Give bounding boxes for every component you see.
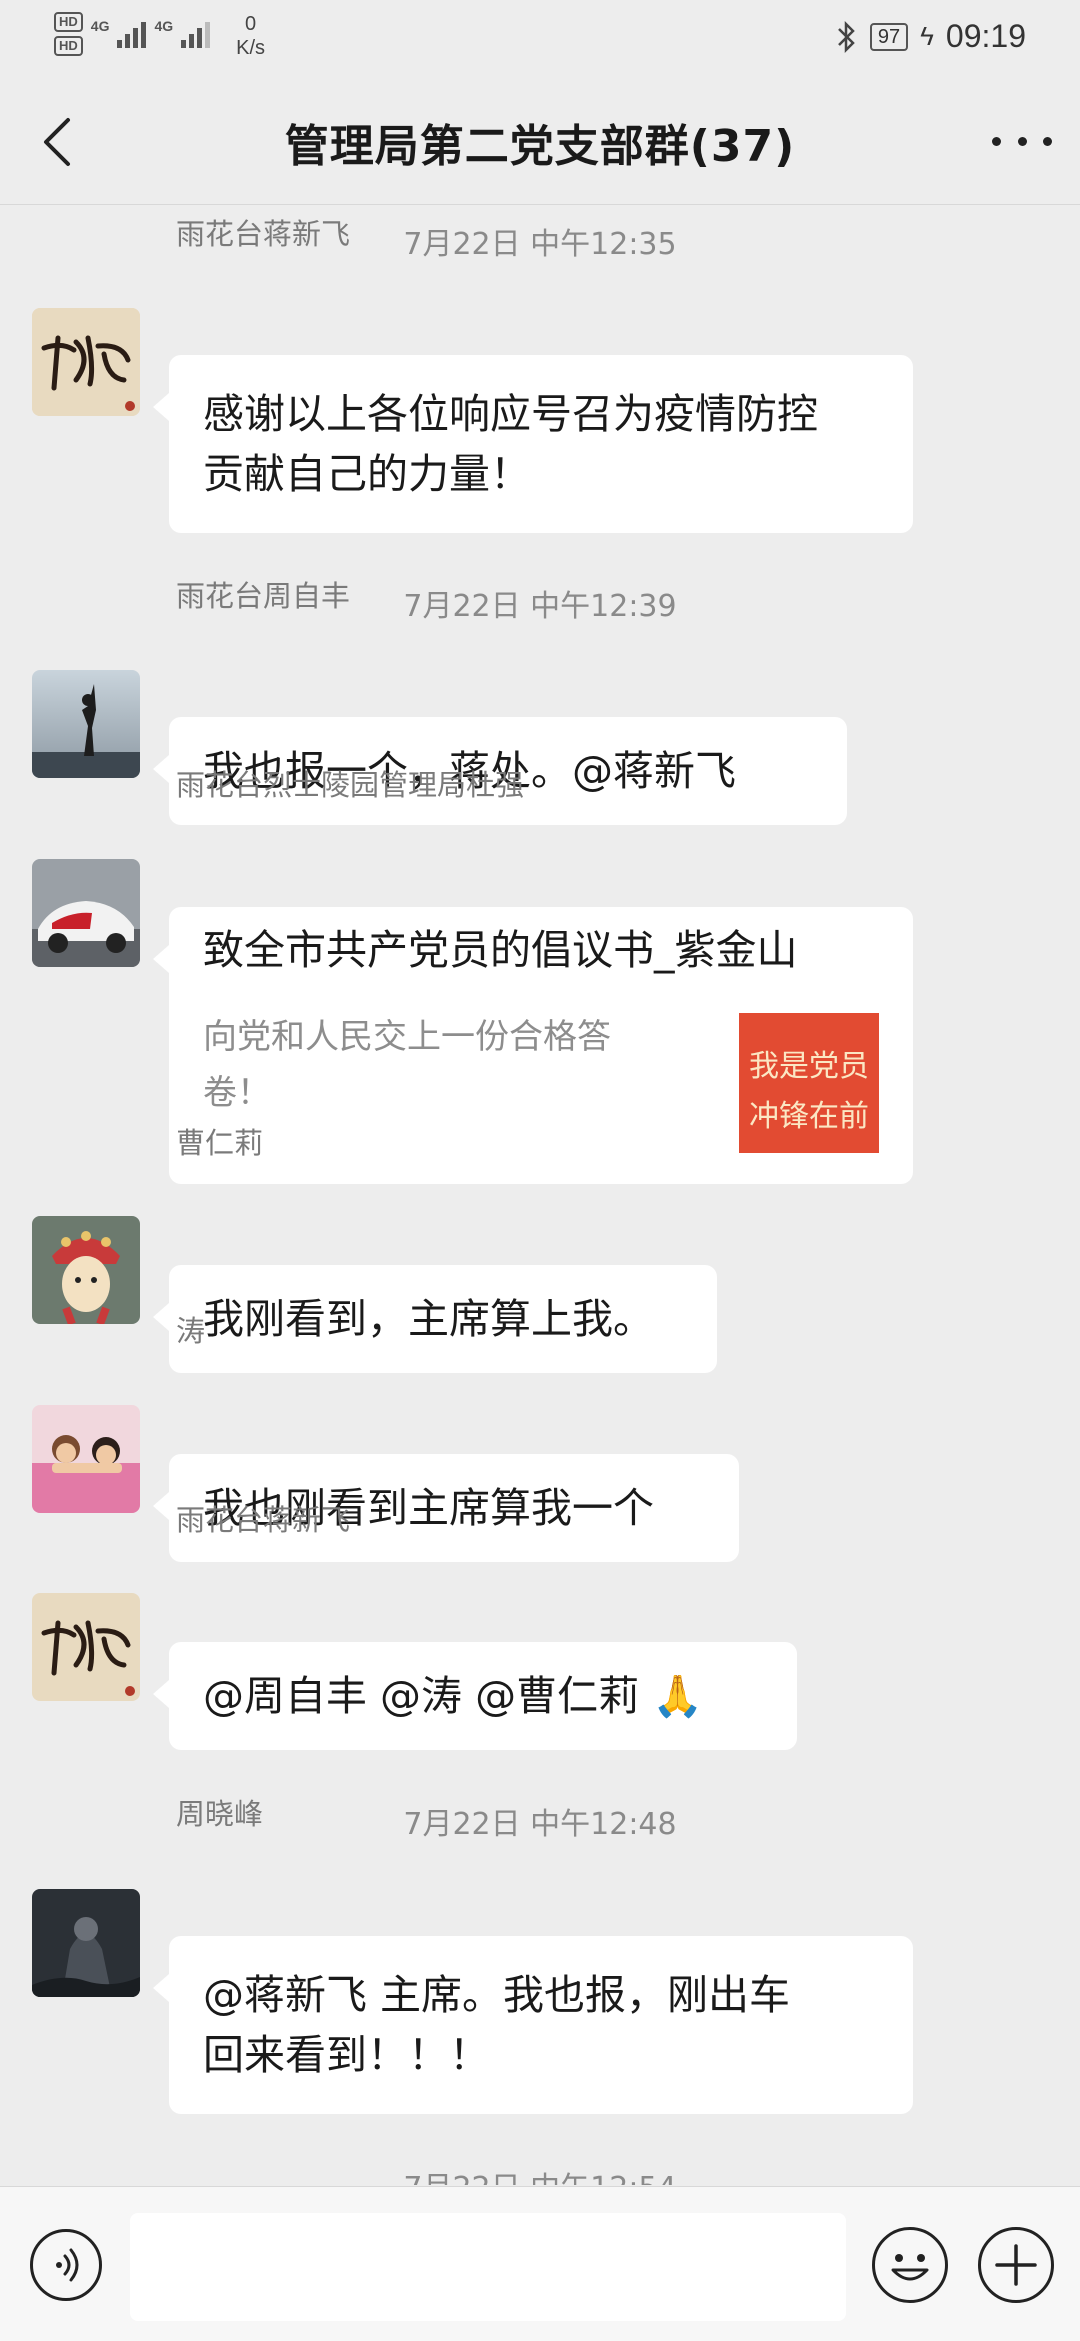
link-thumbnail: 我是党员 冲锋在前	[739, 1013, 879, 1153]
opera-mask-avatar[interactable]	[32, 1216, 140, 1324]
sender-name: 曹仁莉	[176, 1126, 264, 1160]
hd-indicators: HD HD	[54, 12, 83, 56]
smiley-icon	[891, 2254, 929, 2281]
race-car-avatar[interactable]	[32, 859, 140, 967]
sender-name: 雨花台烈士陵园管理局杜强	[176, 768, 525, 802]
status-right: 97 ϟ 09:19	[836, 18, 1026, 55]
more-actions-button[interactable]	[978, 2227, 1054, 2303]
bluetooth-icon	[838, 20, 855, 53]
silhouette-avatar[interactable]	[32, 670, 140, 778]
link-description-line: 向党和人民交上一份合格答	[203, 1017, 611, 1057]
clock: 09:19	[945, 18, 1026, 54]
link-title: 致全市共产党员的倡议书_紫金山	[203, 926, 798, 974]
thumbnail-text: 冲锋在前	[749, 1099, 869, 1134]
calligraphy-avatar[interactable]	[32, 308, 140, 416]
emoji-button[interactable]	[872, 2227, 948, 2303]
message-line: @周自丰 @涛 @曹仁莉 🙏	[203, 1672, 704, 1720]
chat-header: 管理局第二党支部群(37)	[0, 80, 1080, 205]
network-type: 4G	[154, 18, 174, 34]
sender-name: 周晓峰	[176, 1797, 264, 1831]
message-bubble[interactable]: @周自丰 @涛 @曹仁莉 🙏	[153, 1642, 797, 1750]
message-line: 感谢以上各位响应号召为疫情防控	[203, 390, 818, 438]
sender-name: 涛	[176, 1314, 206, 1348]
link-description-line: 卷！	[203, 1073, 271, 1113]
message-line: 贡献自己的力量！	[203, 450, 531, 498]
signal-icon	[117, 18, 147, 48]
dot-icon	[1043, 136, 1052, 146]
network-type: 4G	[90, 18, 110, 34]
charging-icon: ϟ	[920, 21, 934, 51]
dot-icon	[992, 136, 1001, 146]
timestamp: 7月22日 中午12:54	[0, 2163, 1080, 2185]
speed-value: 0	[245, 13, 257, 35]
voice-input-button[interactable]	[30, 2229, 102, 2301]
speed-unit: K/s	[236, 37, 266, 59]
chat-title: 管理局第二党支部群(37)	[284, 121, 796, 172]
battery-level: 97	[869, 22, 909, 51]
hd-badge: HD	[54, 12, 83, 32]
hd-badge: HD	[54, 36, 83, 56]
more-options-button[interactable]	[992, 116, 1052, 166]
message-line: 我刚看到，主席算上我。	[203, 1295, 654, 1343]
link-card[interactable]: 致全市共产党员的倡议书_紫金山 向党和人民交上一份合格答 卷！ 我是党员 冲锋在…	[153, 907, 913, 1184]
status-bar: HD HD 4G 4G 0 K/s 97 ϟ 09:19	[0, 0, 1080, 72]
message-bubble[interactable]: 我刚看到，主席算上我。	[153, 1265, 717, 1373]
sender-name: 雨花台蒋新飞	[176, 1503, 351, 1537]
sender-name: 雨花台周自丰	[176, 579, 351, 613]
message-line: 回来看到！！！	[203, 2031, 490, 2079]
signal-icon	[181, 18, 211, 48]
message-bubble[interactable]: @蒋新飞 主席。我也报，刚出车 回来看到！！！	[153, 1936, 913, 2114]
message-line: @蒋新飞 主席。我也报，刚出车	[203, 1971, 791, 2019]
children-avatar[interactable]	[32, 1405, 140, 1513]
network-speed: 0 K/s	[236, 12, 265, 60]
timestamp: 7月22日 中午12:35	[403, 227, 677, 262]
status-left: HD HD 4G 4G 0 K/s	[54, 12, 265, 60]
timestamp: 7月22日 中午12:39	[403, 589, 677, 624]
sender-name: 雨花台蒋新飞	[176, 217, 351, 251]
calligraphy-avatar[interactable]	[32, 1593, 140, 1701]
link-description: 向党和人民交上一份合格答 卷！	[203, 1009, 683, 1121]
message-bubble[interactable]: 感谢以上各位响应号召为疫情防控 贡献自己的力量！	[153, 355, 913, 533]
plus-icon	[995, 2244, 1037, 2286]
warrior-avatar[interactable]	[32, 1889, 140, 1997]
dot-icon	[1017, 136, 1027, 146]
message-list[interactable]: 7月22日 中午12:35 雨花台蒋新飞 感谢以上各位响应号召为疫情防控 贡献自…	[0, 205, 1080, 2185]
timestamp: 7月22日 中午12:48	[403, 1807, 677, 1842]
message-input[interactable]	[130, 2213, 846, 2321]
input-bar	[0, 2186, 1080, 2341]
voice-icon	[56, 2248, 79, 2282]
